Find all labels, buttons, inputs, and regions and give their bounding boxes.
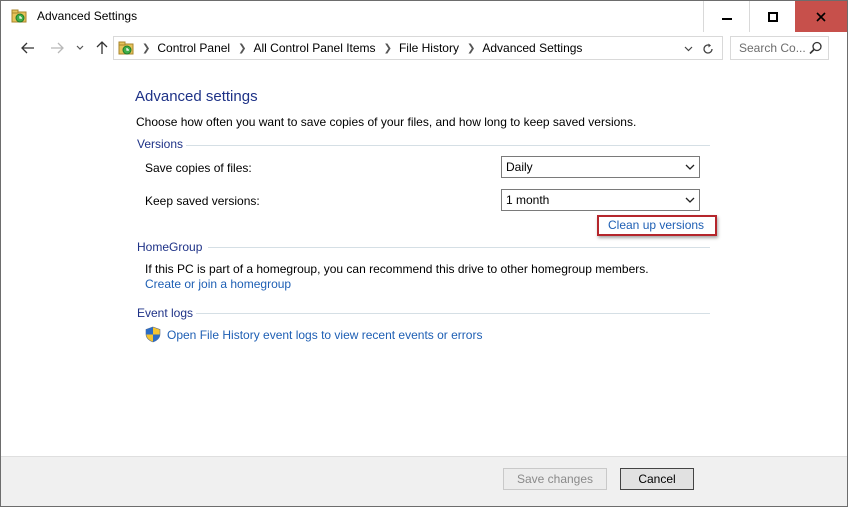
window-title: Advanced Settings: [37, 9, 138, 23]
section-divider: [186, 145, 710, 146]
up-button[interactable]: [93, 39, 111, 57]
event-logs-section-label: Event logs: [137, 306, 194, 320]
close-button[interactable]: [795, 1, 847, 32]
back-arrow-icon: [21, 42, 34, 54]
refresh-icon: [703, 43, 713, 54]
chevron-right-icon[interactable]: ❯: [384, 43, 392, 54]
recent-dropdown-icon: [76, 45, 84, 50]
file-history-icon: [11, 9, 27, 23]
back-button[interactable]: [19, 39, 37, 57]
forward-button[interactable]: [48, 39, 66, 57]
create-join-homegroup-link[interactable]: Create or join a homegroup: [145, 277, 291, 291]
chevron-down-icon: [685, 197, 695, 203]
page-title: Advanced settings: [135, 88, 258, 105]
refresh-button[interactable]: [700, 41, 716, 57]
navigation-bar: ❯ Control Panel ❯ All Control Panel Item…: [1, 32, 847, 64]
forward-arrow-icon: [51, 42, 64, 54]
clean-up-versions-link[interactable]: Clean up versions: [608, 218, 704, 232]
save-copies-label: Save copies of files:: [145, 161, 252, 175]
chevron-down-icon: [684, 46, 692, 52]
keep-versions-select[interactable]: 1 month: [501, 189, 700, 211]
save-copies-select[interactable]: Daily: [501, 156, 700, 178]
breadcrumb-all-items[interactable]: All Control Panel Items: [254, 41, 376, 55]
chevron-down-icon: [685, 164, 695, 170]
event-logs-link[interactable]: Open File History event logs to view rec…: [167, 328, 482, 342]
maximize-icon: [767, 11, 778, 22]
breadcrumb-file-history[interactable]: File History: [399, 41, 459, 55]
homegroup-section-label: HomeGroup: [137, 240, 203, 254]
address-dropdown-button[interactable]: [680, 41, 696, 57]
section-divider: [208, 247, 710, 248]
versions-section-label: Versions: [137, 137, 184, 151]
section-divider: [196, 313, 710, 314]
footer-bar: Save changes Cancel: [1, 456, 847, 506]
breadcrumb-advanced-settings[interactable]: Advanced Settings: [482, 41, 582, 55]
breadcrumb: ❯ Control Panel ❯ All Control Panel Item…: [142, 41, 582, 55]
uac-shield-icon: [145, 326, 161, 343]
breadcrumb-control-panel[interactable]: Control Panel: [157, 41, 230, 55]
maximize-button[interactable]: [749, 1, 795, 32]
chevron-right-icon[interactable]: ❯: [467, 43, 475, 54]
search-icon[interactable]: [809, 41, 823, 55]
up-arrow-icon: [96, 41, 108, 54]
address-bar[interactable]: ❯ Control Panel ❯ All Control Panel Item…: [113, 36, 723, 60]
page-description: Choose how often you want to save copies…: [136, 115, 637, 129]
minimize-button[interactable]: [703, 1, 749, 32]
keep-versions-value: 1 month: [506, 193, 550, 207]
window: Advanced Settings ❯ Control Panel ❯ All …: [0, 0, 848, 507]
chevron-right-icon[interactable]: ❯: [142, 43, 150, 54]
recent-locations-button[interactable]: [73, 39, 87, 57]
minimize-icon: [721, 17, 732, 20]
save-changes-button[interactable]: Save changes: [503, 468, 607, 490]
search-input[interactable]: [731, 37, 809, 59]
file-history-icon: [118, 41, 134, 55]
keep-versions-label: Keep saved versions:: [145, 194, 260, 208]
chevron-right-icon[interactable]: ❯: [238, 43, 246, 54]
cancel-button[interactable]: Cancel: [620, 468, 694, 490]
homegroup-description: If this PC is part of a homegroup, you c…: [145, 262, 649, 276]
search-box[interactable]: [730, 36, 829, 60]
close-icon: [816, 11, 826, 22]
title-bar: Advanced Settings: [1, 1, 847, 32]
save-copies-value: Daily: [506, 160, 533, 174]
